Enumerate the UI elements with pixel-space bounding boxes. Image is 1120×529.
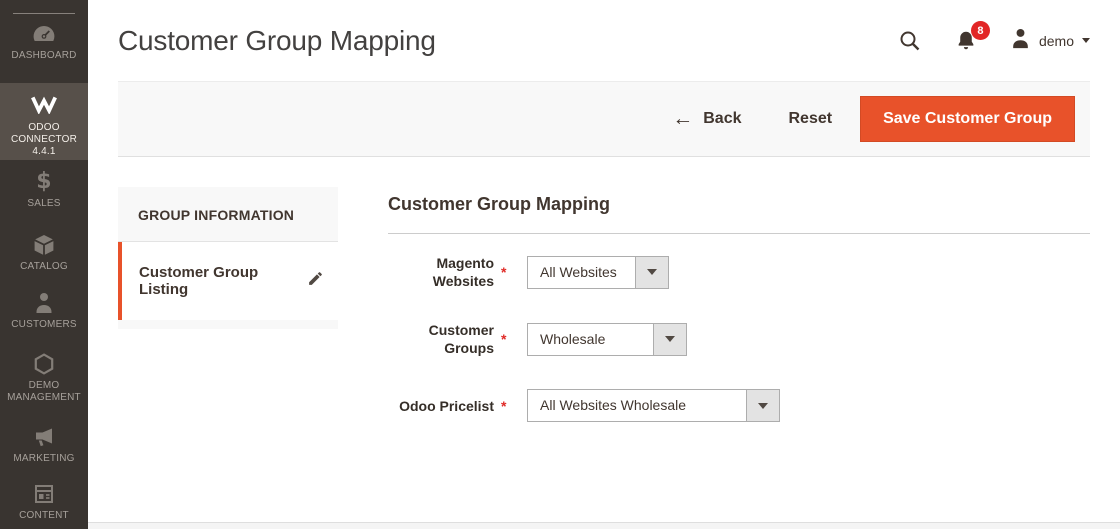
page-header: Customer Group Mapping 8 demo [88, 0, 1120, 81]
sidebar-item-odoo-connector[interactable]: ODOO CONNECTOR 4.4.1 [0, 83, 88, 160]
group-information-panel: GROUP INFORMATION Customer Group Listing [118, 187, 338, 454]
sidebar-item-label: CATALOG [20, 261, 68, 272]
select-dropdown-button[interactable] [635, 256, 668, 288]
search-icon[interactable] [898, 29, 922, 53]
caret-down-icon [665, 336, 675, 342]
reset-label: Reset [788, 110, 833, 127]
back-arrow-icon: ← [672, 107, 694, 130]
select-dropdown-button[interactable] [653, 323, 686, 355]
back-label: Back [703, 110, 742, 127]
edit-pencil-icon [307, 270, 324, 292]
field-customer-groups: Customer Groups * Wholesale [388, 321, 1090, 357]
magento-logo-line [13, 13, 75, 14]
sidebar-item-label: MARKETING [13, 453, 75, 464]
sidebar-item-label: CONTENT [19, 510, 69, 521]
select-value: All Websites [540, 263, 617, 280]
page-title: Customer Group Mapping [118, 24, 436, 56]
section-title: Customer Group Mapping [388, 194, 1090, 234]
sidebar-item-sales[interactable]: $ SALES [0, 170, 88, 210]
field-magento-websites: Magento Websites * All Websites [388, 254, 1090, 290]
odoo-pricelist-select[interactable]: All Websites Wholesale [527, 389, 780, 422]
marketing-icon [0, 425, 88, 449]
user-avatar-icon [1010, 27, 1031, 54]
notification-count-badge[interactable]: 8 [970, 21, 990, 40]
sidebar-item-content[interactable]: CONTENT [0, 482, 88, 522]
required-asterisk: * [501, 264, 507, 280]
select-value: Wholesale [540, 330, 606, 347]
header-actions: 8 demo [898, 21, 1090, 54]
save-customer-group-button[interactable]: Save Customer Group [860, 96, 1075, 142]
panel-item-label: Customer Group Listing [139, 264, 259, 298]
field-label: Magento Websites [432, 255, 494, 289]
customers-icon [0, 291, 88, 315]
select-dropdown-button[interactable] [746, 390, 779, 421]
sales-icon: $ [36, 169, 52, 194]
field-label: Odoo Pricelist [399, 397, 494, 414]
main-region: GROUP INFORMATION Customer Group Listing… [88, 157, 1120, 454]
user-menu[interactable]: demo [1010, 27, 1090, 54]
required-asterisk: * [501, 397, 507, 414]
demo-management-icon [0, 352, 88, 376]
caret-down-icon [647, 269, 657, 275]
customer-groups-select[interactable]: Wholesale [527, 322, 687, 356]
reset-button[interactable]: Reset [788, 110, 832, 128]
content-area: Customer Group Mapping 8 demo ← Back Res… [88, 0, 1120, 529]
panel-bottom-strip [118, 320, 338, 329]
caret-down-icon [758, 402, 768, 409]
field-odoo-pricelist: Odoo Pricelist * All Websites Wholesale [388, 388, 1090, 423]
sidebar-item-customers[interactable]: CUSTOMERS [0, 291, 88, 331]
sidebar-item-demo-management[interactable]: DEMO MANAGEMENT [0, 352, 88, 404]
back-button[interactable]: ← Back [672, 107, 742, 130]
action-toolbar: ← Back Reset Save Customer Group [118, 81, 1090, 157]
sidebar-item-catalog[interactable]: CATALOG [0, 233, 88, 273]
username: demo [1038, 32, 1074, 49]
dashboard-icon [0, 22, 88, 46]
form-rows: Magento Websites * All Websites Customer… [388, 254, 1090, 423]
panel-header: GROUP INFORMATION [118, 187, 338, 242]
content-icon [0, 482, 88, 506]
magento-websites-select[interactable]: All Websites [527, 255, 669, 289]
mapping-form: Customer Group Mapping Magento Websites … [388, 187, 1090, 454]
field-label: Customer Groups [428, 322, 494, 356]
admin-sidebar: DASHBOARD ODOO CONNECTOR 4.4.1 $ SALES C… [0, 0, 88, 529]
panel-item-customer-group-listing[interactable]: Customer Group Listing [118, 242, 338, 320]
catalog-icon [0, 233, 88, 257]
sidebar-item-label: DEMO MANAGEMENT [7, 380, 81, 403]
chevron-down-icon [1082, 38, 1090, 43]
sidebar-item-label: CUSTOMERS [11, 319, 77, 330]
required-asterisk: * [501, 331, 507, 347]
select-value: All Websites Wholesale [540, 397, 687, 413]
sidebar-item-marketing[interactable]: MARKETING [0, 425, 88, 465]
sidebar-item-dashboard[interactable]: DASHBOARD [0, 22, 88, 62]
sidebar-item-label: DASHBOARD [11, 50, 77, 61]
horizontal-scrollbar[interactable] [88, 522, 1120, 529]
sidebar-item-label: ODOO CONNECTOR 4.4.1 [10, 122, 78, 157]
notifications-bell-icon[interactable]: 8 [955, 21, 990, 52]
odoo-connector-icon [0, 94, 88, 118]
sidebar-item-label: SALES [27, 198, 61, 209]
